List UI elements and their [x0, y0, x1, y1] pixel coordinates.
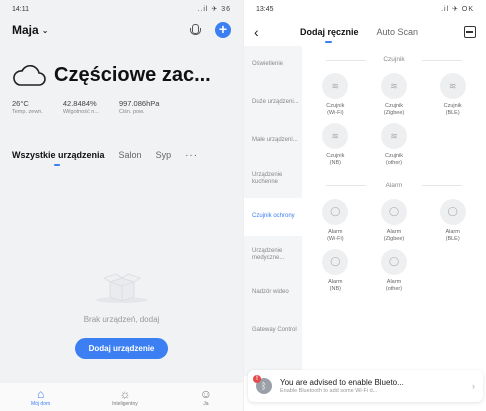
device-tile[interactable]: ◯ Alarm (other): [365, 248, 424, 293]
status-time: 13:45: [256, 5, 274, 13]
add-device-header: ‹ Dodaj ręcznie Auto Scan: [244, 18, 486, 46]
back-icon[interactable]: ‹: [254, 24, 272, 40]
sensor-icon: ≋: [322, 73, 349, 99]
home-name: Maja: [12, 23, 39, 37]
device-tile[interactable]: ≋ Czujnik (Wi-Fi): [306, 73, 365, 117]
profile-icon: ☺: [199, 386, 212, 401]
bluetooth-icon: ᛒ !: [253, 375, 272, 394]
nav-home[interactable]: ⌂ Mój dom: [31, 388, 50, 407]
cloud-icon: [13, 64, 46, 86]
alarm-icon: ◯: [380, 248, 407, 275]
bottom-nav: ⌂ Mój dom ☼ Inteligentny ☺ Ja: [0, 383, 243, 411]
weather-stat-pressure: 997.086hPa Ciśn. pow.: [118, 99, 160, 115]
sensor-icon: ≋: [322, 123, 349, 150]
nav-smart[interactable]: ☼ Inteligentny: [112, 388, 138, 407]
add-icon[interactable]: +: [215, 22, 231, 38]
category-item[interactable]: Urządzenie medyczne...: [244, 236, 302, 274]
tab-manual-add[interactable]: Dodaj ręcznie: [300, 27, 359, 43]
category-item[interactable]: Gateway Control: [244, 312, 302, 350]
section-title: Czujnik: [306, 56, 482, 63]
status-bar: 14:11 ..il ✈ 36: [0, 0, 243, 18]
weather-stat-temperature: 26°C Temp. zewn.: [12, 99, 43, 115]
scan-icon[interactable]: [464, 26, 476, 38]
empty-box-icon: [95, 273, 148, 303]
category-sidebar: Oświetlenie Duże urządzeni... Małe urząd…: [244, 46, 302, 376]
empty-state: Brak urządzeń, dodaj Dodaj urządzenie: [0, 270, 243, 359]
chevron-down-icon: ⌄: [41, 25, 49, 35]
device-tile[interactable]: ◯ Alarm (Zigbee): [365, 198, 424, 243]
toast-title: You are advised to enable Blueto...: [280, 378, 404, 387]
category-item[interactable]: Duże urządzeni...: [244, 84, 302, 122]
add-device-button[interactable]: Dodaj urządzenie: [74, 338, 169, 359]
sensor-icon: ≋: [380, 123, 407, 150]
more-icon[interactable]: ···: [185, 150, 198, 161]
home-selector[interactable]: Maja ⌄: [12, 23, 48, 37]
device-tile[interactable]: ≋ Czujnik (Zigbee): [365, 73, 424, 117]
alert-badge: !: [253, 375, 261, 383]
tab-salon[interactable]: Salon: [119, 150, 142, 160]
home-header: Maja ⌄ +: [0, 18, 243, 42]
device-tile[interactable]: ≋ Czujnik (NB): [306, 123, 365, 167]
status-time: 14:11: [12, 5, 29, 13]
bluetooth-toast[interactable]: ᛒ ! You are advised to enable Blueto... …: [248, 370, 483, 402]
sensor-icon: ≋: [439, 73, 466, 99]
alarm-icon: ◯: [380, 198, 407, 225]
category-item[interactable]: Urządzenie kuchenne: [244, 160, 302, 198]
sensor-icon: ≋: [380, 73, 407, 99]
device-tile[interactable]: ◯ Alarm (BLE): [423, 198, 482, 243]
tab-all-devices[interactable]: Wszystkie urządzenia: [12, 150, 105, 166]
alarm-icon: ◯: [439, 198, 466, 225]
device-tile[interactable]: ≋ Czujnik (BLE): [423, 73, 482, 117]
category-item[interactable]: Oświetlenie: [244, 46, 302, 84]
home-icon: ⌂: [36, 386, 45, 401]
nav-me[interactable]: ☺ Ja: [200, 388, 212, 407]
category-item[interactable]: Małe urządzeni...: [244, 122, 302, 160]
weather-stat-humidity: 42.8484% Wilgotność n...: [62, 99, 99, 115]
status-icons: ..il ✈ 36: [197, 6, 231, 13]
device-tile[interactable]: ≋ Czujnik (other): [365, 123, 424, 167]
weather-card[interactable]: Częściowe zac... 26°C Temp. zewn. 42.848…: [0, 42, 243, 144]
device-list: Czujnik ≋ Czujnik (Wi-Fi) ≋ Czujnik (Zigbe…: [302, 46, 486, 376]
tab-sypialnia[interactable]: Syp: [156, 150, 172, 160]
alarm-icon: ◯: [322, 248, 349, 275]
chevron-right-icon: ›: [472, 381, 475, 391]
empty-text: Brak urządzeń, dodaj: [83, 315, 160, 324]
room-tabs: Wszystkie urządzenia Salon Syp ···: [0, 144, 243, 166]
device-tile[interactable]: ◯ Alarm (NB): [306, 248, 365, 293]
home-screen: 14:11 ..il ✈ 36 Maja ⌄ + Częściowe zac..…: [0, 0, 243, 411]
device-tile[interactable]: ◯ Alarm (Wi-Fi): [306, 198, 365, 243]
microphone-icon[interactable]: [189, 23, 201, 37]
status-bar: 13:45 .il ✈ OK: [244, 0, 486, 18]
tab-auto-scan[interactable]: Auto Scan: [377, 27, 419, 37]
sun-icon: ☼: [119, 386, 131, 401]
weather-title: Częściowe zac...: [54, 64, 211, 86]
alarm-icon: ◯: [322, 198, 349, 225]
add-device-screen: 13:45 .il ✈ OK ‹ Dodaj ręcznie Auto Scan…: [243, 0, 486, 411]
category-item[interactable]: Nadzór wideo: [244, 274, 302, 312]
section-title: Alarm: [306, 182, 482, 189]
category-item-active[interactable]: Czujnik ochrony: [244, 198, 302, 236]
status-icons: .il ✈ OK: [441, 6, 474, 13]
toast-subtitle: Enable Bluetooth to add some Wi-Fi d...: [280, 388, 378, 394]
